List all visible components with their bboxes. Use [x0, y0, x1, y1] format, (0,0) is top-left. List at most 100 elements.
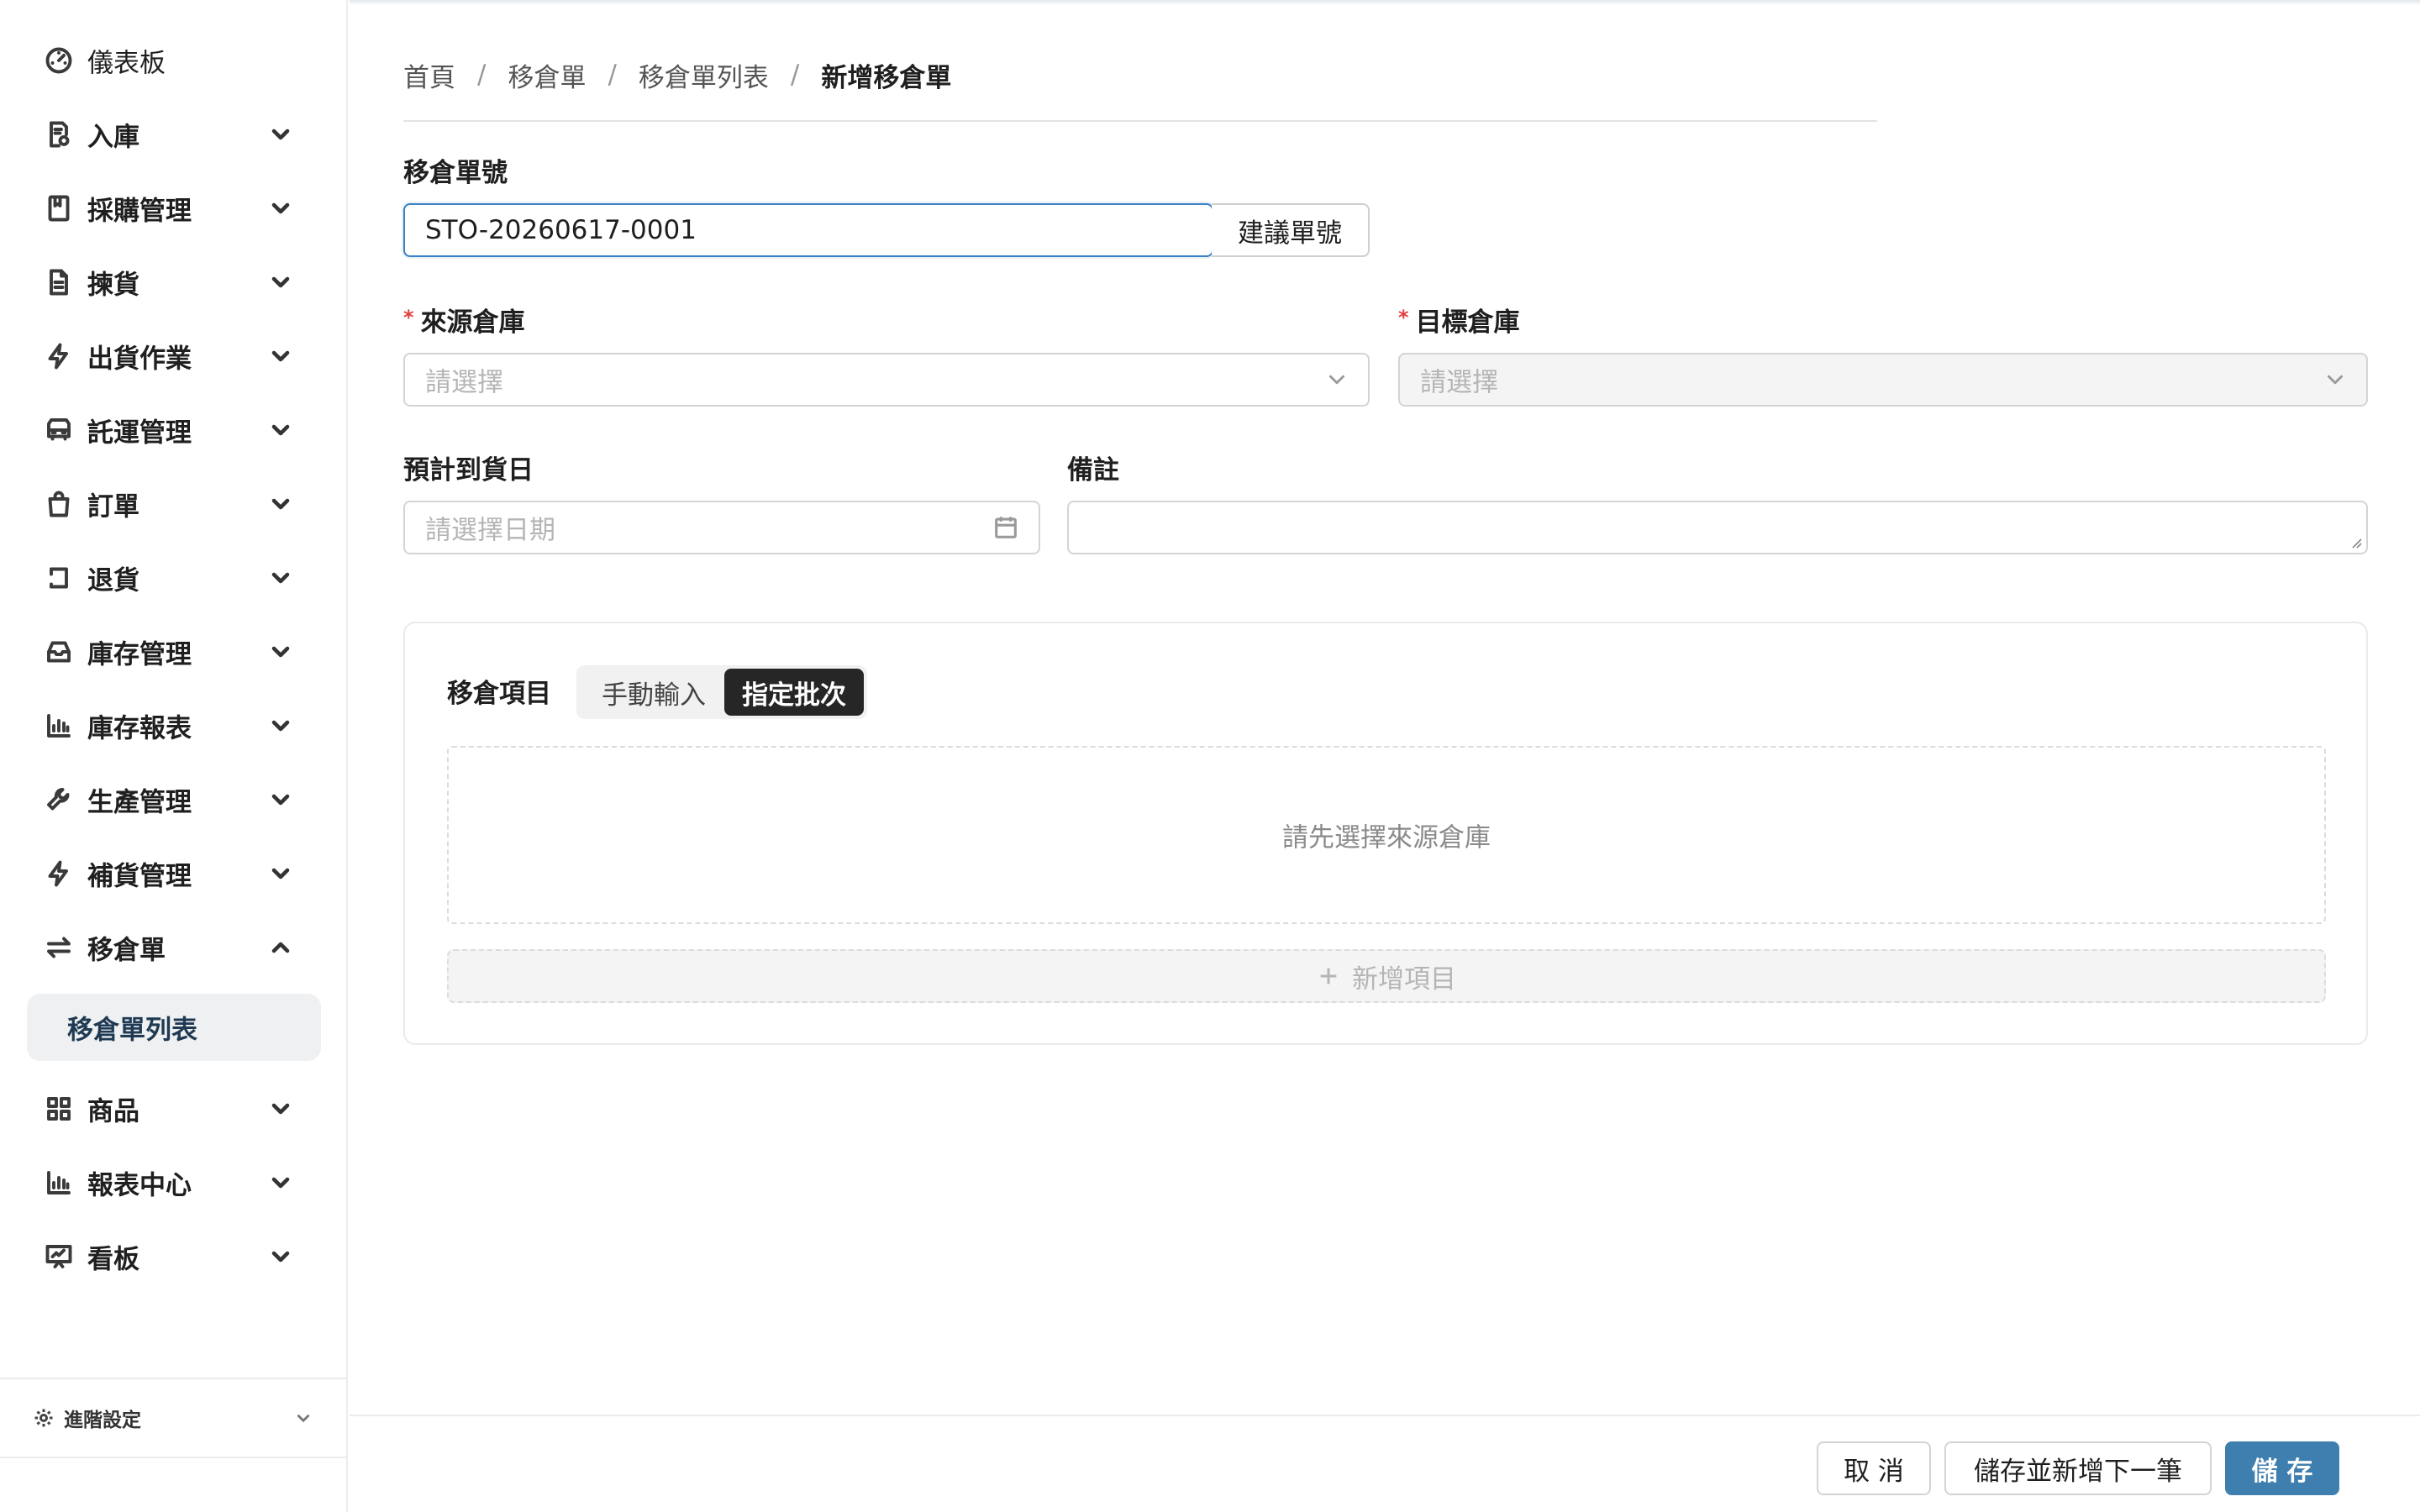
mode-batch-option[interactable]: 指定批次	[724, 669, 864, 716]
sidebar-item-label: 託運管理	[87, 417, 192, 449]
eta-placeholder: 請選擇日期	[425, 515, 555, 546]
plus-icon	[1317, 964, 1340, 988]
breadcrumb-transfer-list[interactable]: 移倉單列表	[639, 56, 769, 94]
source-warehouse-label: * 來源倉庫	[403, 301, 525, 339]
sidebar-item-dashboard[interactable]: 儀表板	[0, 30, 348, 91]
sidebar-item-label: 移倉單	[87, 935, 166, 966]
sidebar-item-label: 揀貨	[87, 270, 139, 301]
cancel-button[interactable]: 取 消	[1817, 1441, 1931, 1495]
source-warehouse-label-text: 來源倉庫	[420, 307, 525, 338]
sidebar-item-replenishment[interactable]: 補貨管理	[0, 843, 348, 904]
chevron-down-icon	[2323, 367, 2348, 392]
transfer-items-card: 移倉項目 手動輸入 指定批次 請先選擇來源倉庫 新增項目	[403, 622, 2368, 1045]
add-item-button[interactable]: 新增項目	[447, 949, 2326, 1003]
chevron-down-icon	[267, 1169, 294, 1196]
chevron-down-icon	[267, 491, 294, 517]
book-icon	[44, 193, 74, 223]
eta-date-picker[interactable]: 請選擇日期	[403, 501, 1040, 554]
resize-handle-icon[interactable]	[2349, 536, 2363, 549]
target-warehouse-label: * 目標倉庫	[1398, 301, 1520, 339]
calendar-icon	[992, 513, 1020, 542]
sidebar-item-inbound[interactable]: 入庫	[0, 104, 348, 165]
target-warehouse-placeholder: 請選擇	[1420, 367, 1498, 398]
gear-icon	[32, 1406, 55, 1430]
breadcrumb-transfer-orders[interactable]: 移倉單	[508, 56, 586, 94]
sidebar-subitem-label: 移倉單列表	[67, 1015, 197, 1046]
inbound-icon	[44, 119, 74, 150]
chevron-down-icon	[267, 417, 294, 444]
lightning-icon	[44, 858, 74, 889]
chevron-down-icon	[267, 786, 294, 813]
breadcrumb-separator: /	[608, 60, 617, 90]
sidebar-item-picking[interactable]: 揀貨	[0, 252, 348, 312]
source-warehouse-placeholder: 請選擇	[425, 367, 503, 398]
grid-icon	[44, 1094, 74, 1124]
note-label: 備註	[1067, 455, 1119, 486]
breadcrumb-home[interactable]: 首頁	[403, 56, 455, 94]
mode-manual-option[interactable]: 手動輸入	[580, 669, 728, 716]
sidebar-item-consignment[interactable]: 託運管理	[0, 400, 348, 460]
chevron-down-icon	[267, 1095, 294, 1122]
sidebar-item-label: 入庫	[87, 122, 139, 153]
note-textarea[interactable]	[1067, 501, 2368, 554]
breadcrumb-separator: /	[790, 60, 800, 90]
sidebar-item-shipping[interactable]: 出貨作業	[0, 326, 348, 386]
eta-label: 預計到貨日	[403, 455, 534, 486]
target-warehouse-label-text: 目標倉庫	[1415, 307, 1520, 338]
sidebar-item-report-center[interactable]: 報表中心	[0, 1152, 348, 1213]
sidebar-item-purchasing[interactable]: 採購管理	[0, 178, 348, 239]
bag-icon	[44, 489, 74, 519]
source-warehouse-select[interactable]: 請選擇	[403, 353, 1370, 407]
sidebar-item-kanban[interactable]: 看板	[0, 1226, 348, 1287]
sidebar-item-label: 看板	[87, 1244, 139, 1275]
dashboard-icon	[44, 45, 74, 76]
sidebar-item-label: 儀表板	[87, 48, 166, 79]
presentation-icon	[44, 1242, 74, 1272]
chevron-down-icon	[267, 638, 294, 665]
return-icon	[44, 563, 74, 593]
save-button[interactable]: 儲 存	[2225, 1441, 2339, 1495]
order-no-input[interactable]	[403, 203, 1213, 257]
main-content: 首頁 / 移倉單 / 移倉單列表 / 新增移倉單 移倉單號 建議單號 * 來源倉庫…	[350, 0, 2420, 1512]
bar-chart-icon	[44, 1168, 74, 1198]
save-and-new-button[interactable]: 儲存並新增下一筆	[1944, 1441, 2212, 1495]
sidebar-item-production[interactable]: 生產管理	[0, 769, 348, 830]
form-action-bar: 取 消 儲存並新增下一筆 儲 存	[350, 1415, 2420, 1512]
required-mark: *	[1398, 306, 1409, 329]
header-divider	[403, 120, 1877, 122]
chevron-down-icon	[267, 564, 294, 591]
advanced-settings-label: 進階設定	[64, 1410, 141, 1431]
add-item-label: 新增項目	[1352, 963, 1456, 995]
inbox-icon	[44, 637, 74, 667]
chevron-down-icon	[267, 195, 294, 222]
suggest-number-button[interactable]: 建議單號	[1212, 203, 1370, 257]
chevron-down-icon	[267, 343, 294, 370]
sidebar-item-inventory[interactable]: 庫存管理	[0, 622, 348, 682]
chevron-down-icon	[267, 121, 294, 148]
sidebar-item-returns[interactable]: 退貨	[0, 548, 348, 608]
required-mark: *	[403, 306, 414, 329]
sidebar-subitem-transfer-list[interactable]: 移倉單列表	[27, 994, 321, 1061]
items-empty-state: 請先選擇來源倉庫	[447, 746, 2326, 924]
sidebar-item-label: 報表中心	[87, 1170, 192, 1201]
sidebar-item-label: 庫存管理	[87, 639, 192, 670]
sidebar-item-label: 生產管理	[87, 787, 192, 818]
empty-state-text: 請先選擇來源倉庫	[1282, 822, 1491, 853]
sidebar-item-label: 庫存報表	[87, 713, 192, 744]
sidebar-item-products[interactable]: 商品	[0, 1079, 348, 1139]
bar-chart-icon	[44, 711, 74, 741]
advanced-settings-toggle[interactable]: 進階設定	[0, 1378, 348, 1458]
target-warehouse-select[interactable]: 請選擇	[1398, 353, 2368, 407]
chevron-down-icon	[292, 1407, 314, 1429]
breadcrumb: 首頁 / 移倉單 / 移倉單列表 / 新增移倉單	[403, 55, 951, 94]
sidebar-item-transfer-orders[interactable]: 移倉單	[0, 917, 348, 978]
transfer-items-title: 移倉項目	[447, 679, 551, 709]
breadcrumb-separator: /	[477, 60, 487, 90]
chevron-up-icon	[267, 934, 294, 961]
truck-icon	[44, 415, 74, 445]
sidebar-item-inventory-reports[interactable]: 庫存報表	[0, 696, 348, 756]
lightning-icon	[44, 341, 74, 371]
sidebar-item-orders[interactable]: 訂單	[0, 474, 348, 534]
chevron-down-icon	[267, 860, 294, 887]
sidebar-item-label: 訂單	[87, 491, 139, 522]
